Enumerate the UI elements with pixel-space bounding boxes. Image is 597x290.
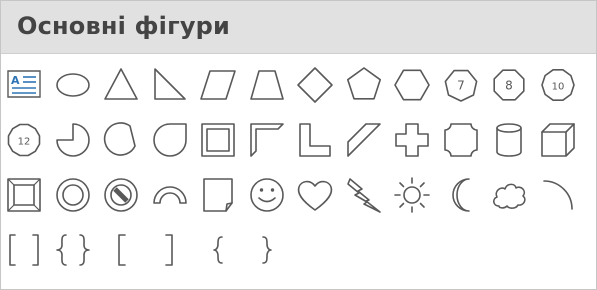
l-shape-icon[interactable] xyxy=(293,118,337,162)
heptagon-glyph: 7 xyxy=(439,63,483,107)
pentagon-glyph xyxy=(342,63,386,107)
arc-glyph xyxy=(536,173,580,217)
decagon-icon[interactable]: 10 xyxy=(536,63,580,107)
l-shape-glyph xyxy=(293,118,337,162)
smiley-face-glyph xyxy=(245,173,289,217)
donut-icon[interactable] xyxy=(51,173,95,217)
plaque-icon[interactable] xyxy=(439,118,483,162)
right-triangle-glyph xyxy=(148,63,192,107)
double-brace-icon[interactable] xyxy=(51,228,95,272)
cloud-glyph xyxy=(487,173,531,217)
cube-icon[interactable] xyxy=(536,118,580,162)
bevel-glyph xyxy=(2,173,46,217)
can-glyph xyxy=(487,118,531,162)
can-icon[interactable] xyxy=(487,118,531,162)
lightning-bolt-glyph xyxy=(342,173,386,217)
shape-number-label: 7 xyxy=(457,79,465,93)
diagonal-stripe-glyph xyxy=(342,118,386,162)
shape-number-label: 8 xyxy=(505,79,513,93)
heptagon-icon[interactable]: 7 xyxy=(439,63,483,107)
sun-glyph xyxy=(390,173,434,217)
bevel-icon[interactable] xyxy=(2,173,46,217)
plaque-glyph xyxy=(439,118,483,162)
frame-glyph xyxy=(196,118,240,162)
oval-glyph xyxy=(51,63,95,107)
trapezoid-icon[interactable] xyxy=(245,63,289,107)
folded-corner-glyph xyxy=(196,173,240,217)
teardrop-glyph xyxy=(148,118,192,162)
double-bracket-icon[interactable] xyxy=(2,228,46,272)
parallelogram-icon[interactable] xyxy=(196,63,240,107)
isosceles-triangle-icon[interactable] xyxy=(99,63,143,107)
double-bracket-glyph xyxy=(2,228,46,272)
shape-number-label: 12 xyxy=(18,137,31,148)
folded-corner-icon[interactable] xyxy=(196,173,240,217)
octagon-glyph: 8 xyxy=(487,63,531,107)
section-header: Основні фігури xyxy=(1,1,596,54)
hexagon-icon[interactable] xyxy=(390,63,434,107)
section-title: Основні фігури xyxy=(17,12,231,40)
no-symbol-icon[interactable] xyxy=(99,173,143,217)
teardrop-icon[interactable] xyxy=(148,118,192,162)
double-brace-glyph xyxy=(51,228,95,272)
dodecagon-glyph: 12 xyxy=(2,118,46,162)
right-brace-glyph xyxy=(245,228,289,272)
moon-glyph xyxy=(439,173,483,217)
diamond-icon[interactable] xyxy=(293,63,337,107)
donut-glyph xyxy=(51,173,95,217)
diamond-glyph xyxy=(293,63,337,107)
left-brace-glyph xyxy=(196,228,240,272)
half-frame-icon[interactable] xyxy=(245,118,289,162)
right-brace-icon[interactable] xyxy=(245,228,289,272)
text-box-icon[interactable]: A xyxy=(2,63,46,107)
sun-icon[interactable] xyxy=(390,173,434,217)
svg-text:A: A xyxy=(11,74,20,87)
decagon-glyph: 10 xyxy=(536,63,580,107)
cloud-icon[interactable] xyxy=(487,173,531,217)
chord-icon[interactable] xyxy=(99,118,143,162)
left-brace-icon[interactable] xyxy=(196,228,240,272)
cross-glyph xyxy=(390,118,434,162)
pentagon-icon[interactable] xyxy=(342,63,386,107)
shape-number-label: 10 xyxy=(551,82,564,93)
half-frame-glyph xyxy=(245,118,289,162)
no-symbol-glyph xyxy=(99,173,143,217)
frame-icon[interactable] xyxy=(196,118,240,162)
left-bracket-glyph xyxy=(99,228,143,272)
diagonal-stripe-icon[interactable] xyxy=(342,118,386,162)
chord-glyph xyxy=(99,118,143,162)
left-bracket-icon[interactable] xyxy=(99,228,143,272)
octagon-icon[interactable]: 8 xyxy=(487,63,531,107)
cube-glyph xyxy=(536,118,580,162)
pie-icon[interactable] xyxy=(51,118,95,162)
block-arc-icon[interactable] xyxy=(148,173,192,217)
cross-icon[interactable] xyxy=(390,118,434,162)
trapezoid-glyph xyxy=(245,63,289,107)
right-triangle-icon[interactable] xyxy=(148,63,192,107)
right-bracket-icon[interactable] xyxy=(148,228,192,272)
right-bracket-glyph xyxy=(148,228,192,272)
arc-icon[interactable] xyxy=(536,173,580,217)
lightning-bolt-icon[interactable] xyxy=(342,173,386,217)
smiley-face-icon[interactable] xyxy=(245,173,289,217)
hexagon-glyph xyxy=(390,63,434,107)
text-box-glyph: A xyxy=(2,63,46,107)
oval-icon[interactable] xyxy=(51,63,95,107)
pie-glyph xyxy=(51,118,95,162)
dodecagon-icon[interactable]: 12 xyxy=(2,118,46,162)
heart-glyph xyxy=(293,173,337,217)
moon-icon[interactable] xyxy=(439,173,483,217)
block-arc-glyph xyxy=(148,173,192,217)
heart-icon[interactable] xyxy=(293,173,337,217)
basic-shapes-panel: Основні фігури A 7 8 10 12 xyxy=(0,0,597,290)
parallelogram-glyph xyxy=(196,63,240,107)
isosceles-triangle-glyph xyxy=(99,63,143,107)
